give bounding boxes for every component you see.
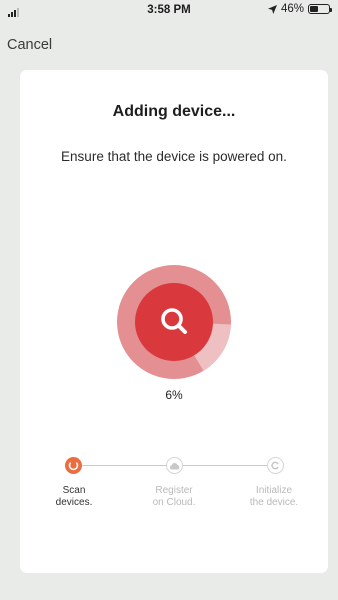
adding-device-screen: 3:58 PM 46% Cancel Adding device... Ensu… [0, 0, 338, 600]
step-scan-label: Scan devices. [34, 485, 114, 509]
step-connector [183, 465, 276, 466]
step-initialize-line1: Initialize [255, 485, 293, 496]
scan-spinner-icon [68, 462, 79, 471]
instruction-text: Ensure that the device is powered on. [61, 149, 287, 164]
step-register-label: Register on Cloud. [134, 485, 214, 509]
step-initialize-label: Initialize the device. [234, 485, 314, 509]
step-register-indicator [166, 457, 183, 474]
step-initialize-line2: the device. [249, 497, 299, 508]
initialize-c-icon [271, 461, 279, 470]
status-right: 46% [267, 3, 332, 15]
status-bar: 3:58 PM 46% [0, 0, 338, 20]
progress-percent: 6% [165, 388, 183, 402]
step-scan-indicator [65, 457, 82, 474]
cancel-button[interactable]: Cancel [7, 37, 52, 53]
page-title: Adding device... [112, 103, 236, 120]
battery-percent: 46% [280, 3, 304, 15]
progress-steps: Scan devices. Register on Cloud. Initial… [20, 454, 328, 514]
step-scan-line1: Scan [62, 485, 86, 496]
step-register-line2: on Cloud. [152, 497, 196, 508]
step-initialize-indicator [267, 457, 284, 474]
battery-icon [308, 4, 332, 14]
location-arrow-icon [267, 4, 277, 14]
step-register-line1: Register [155, 485, 193, 496]
step-scan-line2: devices. [55, 497, 93, 508]
cloud-icon [169, 462, 180, 469]
search-progress-indicator [117, 265, 231, 379]
step-connector [82, 465, 174, 466]
battery-fill [310, 6, 319, 12]
adding-device-card: Adding device... Ensure that the device … [20, 70, 328, 573]
spinner-core [135, 283, 213, 361]
